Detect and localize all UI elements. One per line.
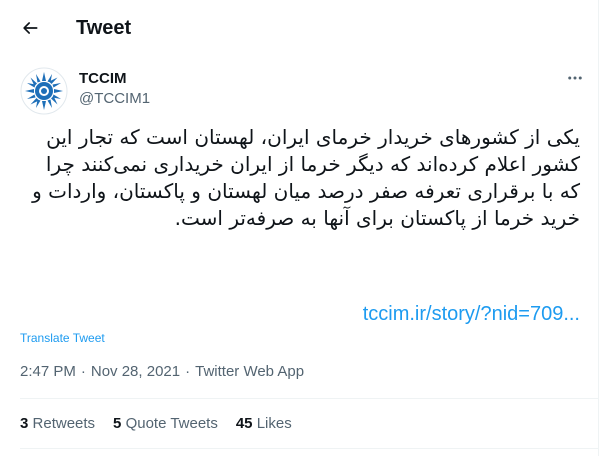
tweet-time[interactable]: 2:47 PM [20, 362, 76, 382]
tweet-stats: 3 Retweets 5 Quote Tweets 45 Likes [20, 414, 292, 434]
quote-tweets-count: 5 [113, 415, 122, 432]
retweets-stat[interactable]: 3 Retweets [20, 414, 95, 434]
likes-stat[interactable]: 45 Likes [236, 414, 292, 434]
tweet-date[interactable]: Nov 28, 2021 [91, 362, 180, 382]
tweet-meta: 2:47 PM · Nov 28, 2021 · Twitter Web App [20, 362, 304, 382]
more-horizontal-icon [568, 76, 582, 80]
back-button[interactable] [14, 12, 46, 44]
page-header: Tweet [0, 0, 598, 56]
arrow-left-icon [23, 22, 38, 34]
tweet-text: یکی از کشورهای خریدار خرمای ایران، لهستا… [32, 125, 580, 230]
meta-separator: · [80, 363, 86, 380]
more-button[interactable] [560, 66, 590, 90]
tweet-link[interactable]: tccim.ir/story/?nid=709... [363, 300, 580, 328]
likes-count: 45 [235, 415, 253, 432]
tweet-detail-panel: Tweet TCCIM @TCCIM1 یکی از کشورهای خریدا… [0, 0, 599, 456]
likes-label: Likes [256, 415, 292, 432]
translate-tweet-link[interactable]: Translate Tweet [20, 330, 105, 346]
page-title: Tweet [76, 17, 132, 39]
divider [20, 448, 598, 449]
author-name[interactable]: TCCIM [79, 70, 127, 88]
divider [20, 398, 598, 399]
avatar[interactable] [20, 67, 68, 115]
quote-tweets-stat[interactable]: 5 Quote Tweets [113, 414, 218, 434]
retweets-count: 3 [20, 415, 29, 432]
author-handle[interactable]: @TCCIM1 [79, 90, 150, 108]
meta-separator: · [185, 363, 191, 380]
tccim-logo [20, 67, 68, 115]
tweet-source[interactable]: Twitter Web App [195, 362, 304, 382]
quote-tweets-label: Quote Tweets [125, 415, 218, 432]
retweets-label: Retweets [32, 415, 96, 432]
